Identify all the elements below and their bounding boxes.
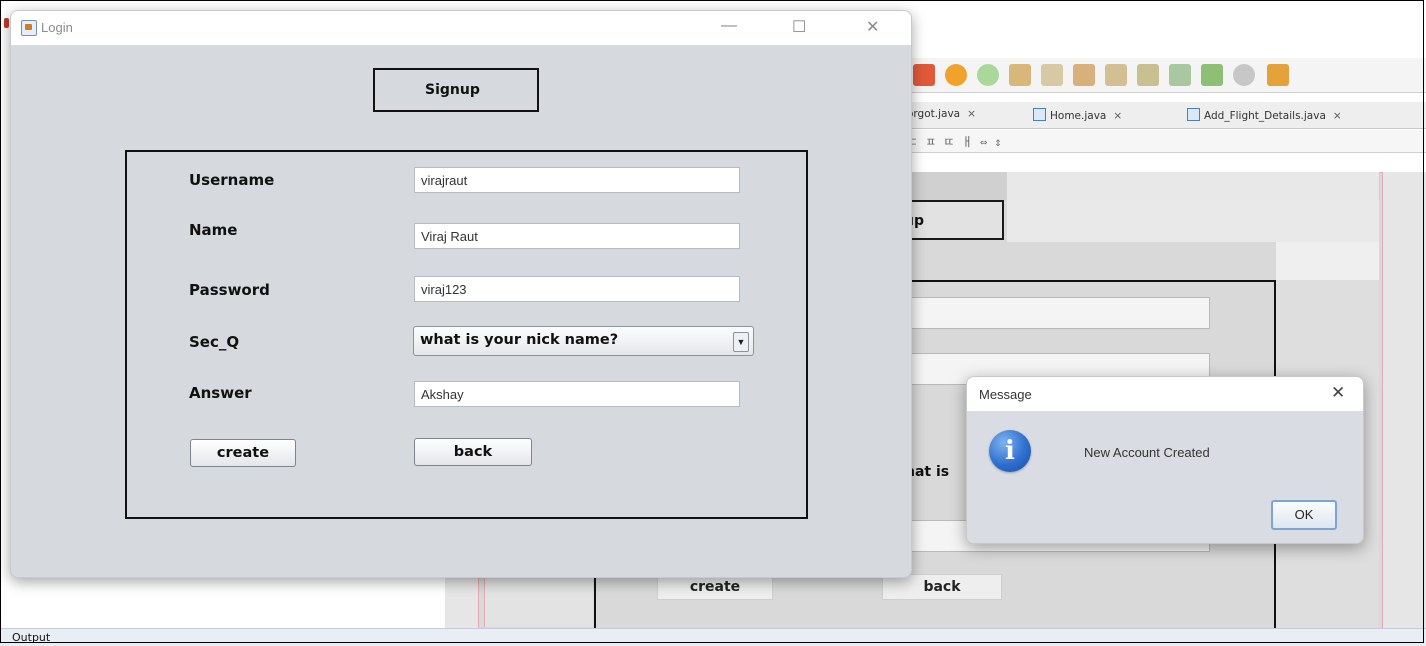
password-field[interactable]: viraj123 bbox=[414, 276, 740, 302]
security-question-dropdown[interactable]: what is your nick name? ▼ bbox=[413, 326, 754, 356]
answer-label: Answer bbox=[189, 384, 252, 402]
message-dialog-title: Message bbox=[979, 387, 1032, 402]
minimize-button[interactable]: — bbox=[721, 17, 737, 35]
answer-field[interactable]: Akshay bbox=[414, 381, 740, 407]
close-icon[interactable]: ✕ bbox=[1331, 383, 1345, 403]
security-question-label: Sec_Q bbox=[189, 333, 240, 351]
ok-button[interactable]: OK bbox=[1271, 500, 1337, 530]
message-text: New Account Created bbox=[1084, 445, 1210, 460]
security-question-value: what is your nick name? bbox=[420, 332, 619, 348]
name-label: Name bbox=[189, 221, 238, 239]
message-dialog-body: i New Account Created OK bbox=[967, 411, 1363, 543]
close-button[interactable]: ✕ bbox=[866, 17, 879, 37]
maximize-button[interactable]: ☐ bbox=[792, 17, 806, 37]
password-label: Password bbox=[189, 281, 270, 299]
username-field[interactable]: virajraut bbox=[414, 167, 740, 193]
create-button[interactable]: create bbox=[190, 439, 296, 467]
signup-heading-box: Signup bbox=[373, 68, 539, 112]
signup-heading: Signup bbox=[425, 82, 480, 98]
login-window-title: Login bbox=[41, 20, 73, 35]
login-titlebar[interactable]: Login — ☐ ✕ bbox=[11, 11, 911, 45]
info-icon: i bbox=[989, 430, 1031, 472]
java-app-icon bbox=[21, 20, 37, 36]
name-field[interactable]: Viraj Raut bbox=[414, 223, 740, 249]
login-window: Login — ☐ ✕ Signup Username virajraut Na… bbox=[10, 10, 912, 578]
chevron-down-icon[interactable]: ▼ bbox=[733, 332, 749, 352]
username-label: Username bbox=[189, 171, 275, 189]
back-button[interactable]: back bbox=[414, 438, 532, 466]
signup-form-panel: Username virajraut Name Viraj Raut Passw… bbox=[125, 150, 808, 519]
message-dialog: Message ✕ i New Account Created OK bbox=[966, 376, 1364, 544]
